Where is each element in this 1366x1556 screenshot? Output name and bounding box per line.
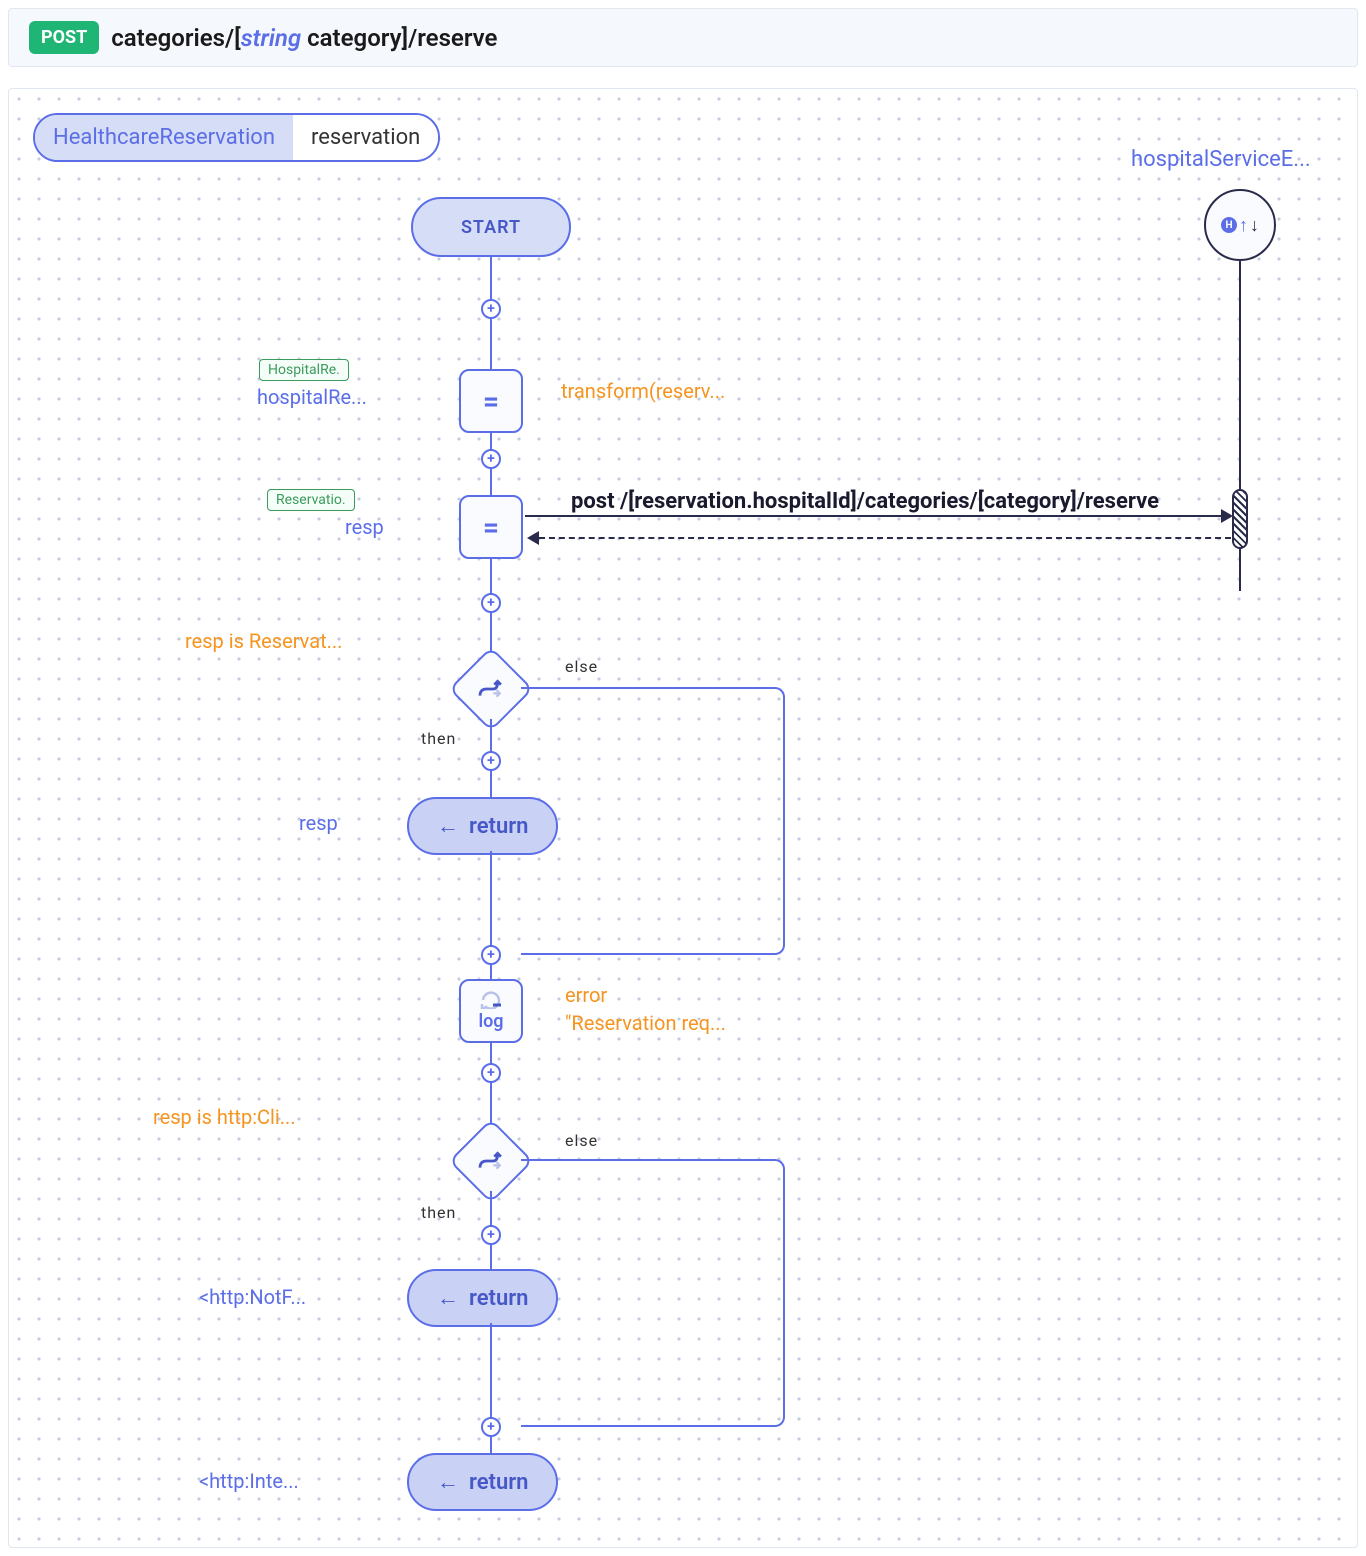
- input-param-pill[interactable]: HealthcareReservation reservation: [33, 113, 440, 162]
- http-call-label: post /[reservation.hospitalId]/categorie…: [571, 489, 1159, 514]
- add-node-button[interactable]: +: [481, 449, 501, 469]
- return2-value: <http:NotF...: [199, 1285, 306, 1309]
- endpoint-rail-cap: [1232, 489, 1248, 549]
- connector: [490, 1043, 492, 1131]
- add-node-button[interactable]: +: [481, 1225, 501, 1245]
- return-node-3[interactable]: ← return: [407, 1453, 558, 1511]
- branch-icon: [463, 661, 519, 717]
- log-arg2: "Reservation req...: [565, 1011, 726, 1035]
- log-arg1: error: [565, 983, 607, 1007]
- condition-1: resp is Reservat...: [185, 629, 342, 653]
- add-node-button[interactable]: +: [481, 945, 501, 965]
- add-node-button[interactable]: +: [481, 751, 501, 771]
- return-node-1[interactable]: ← return: [407, 797, 558, 855]
- log-icon: [479, 991, 503, 1009]
- flow-canvas[interactable]: HealthcareReservation reservation hospit…: [8, 88, 1358, 1548]
- input-type: HealthcareReservation: [35, 115, 293, 160]
- branch-icon: [463, 1133, 519, 1189]
- var-resp: resp: [345, 515, 384, 539]
- arrowhead-left: [527, 531, 539, 545]
- input-name: reservation: [293, 115, 438, 160]
- assign-node-1[interactable]: =: [459, 369, 523, 433]
- call-arrow: [525, 515, 1225, 517]
- else-label-2: else: [565, 1131, 598, 1150]
- type-tag-hospitalre: HospitalRe.: [259, 359, 349, 381]
- type-tag-reservation: Reservatio.: [267, 489, 355, 511]
- return1-value: resp: [299, 811, 338, 835]
- assign-node-2[interactable]: =: [459, 495, 523, 559]
- expr-transform: transform(reserv...: [561, 379, 725, 403]
- else-branch-2: [521, 1159, 785, 1427]
- then-label-1: then: [421, 729, 456, 748]
- return-arrow-icon: ←: [437, 1469, 459, 1495]
- endpoint-node[interactable]: H↑↓: [1204, 189, 1276, 261]
- endpoint-icon: H↑↓: [1221, 215, 1259, 236]
- then-label-2: then: [421, 1203, 456, 1222]
- endpoint-label: hospitalServiceE...: [1131, 147, 1311, 172]
- api-path: categories/[string category]/reserve: [111, 24, 497, 52]
- api-header: POST categories/[string category]/reserv…: [8, 8, 1358, 67]
- start-node[interactable]: START: [411, 197, 571, 257]
- add-node-button[interactable]: +: [481, 1417, 501, 1437]
- else-branch-1: [521, 687, 785, 955]
- add-node-button[interactable]: +: [481, 1063, 501, 1083]
- return-arrow-icon: ←: [437, 1285, 459, 1311]
- add-node-button[interactable]: +: [481, 299, 501, 319]
- else-label-1: else: [565, 657, 598, 676]
- http-method-badge: POST: [29, 21, 99, 54]
- log-node[interactable]: log: [459, 979, 523, 1043]
- return-arrow: [539, 537, 1231, 539]
- return-arrow-icon: ←: [437, 813, 459, 839]
- return-node-2[interactable]: ← return: [407, 1269, 558, 1327]
- var-hospitalre: hospitalRe...: [257, 385, 367, 409]
- condition-2: resp is http:Cli...: [153, 1105, 296, 1129]
- arrowhead-right: [1221, 509, 1233, 523]
- return3-value: <http:Inte...: [199, 1469, 299, 1493]
- add-node-button[interactable]: +: [481, 593, 501, 613]
